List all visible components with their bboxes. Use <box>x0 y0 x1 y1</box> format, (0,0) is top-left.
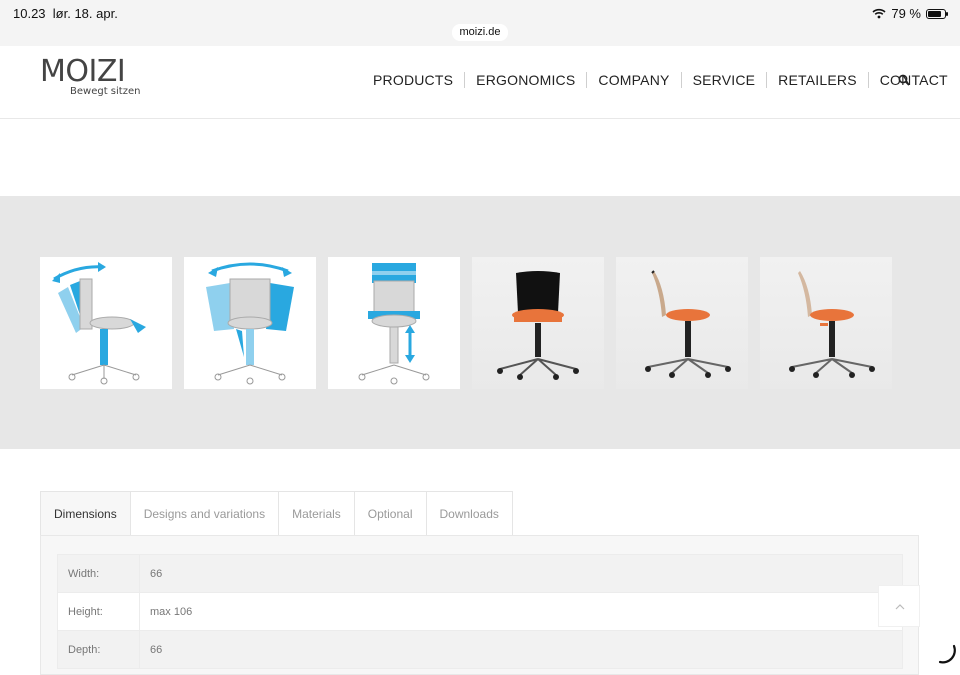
nav-item-ergonomics[interactable]: ERGONOMICS <box>465 72 588 88</box>
tab-optional[interactable]: Optional <box>354 491 427 536</box>
chair-side-alt-image <box>789 271 875 378</box>
url-bar[interactable]: moizi.de <box>452 24 508 41</box>
status-time: 10.23 lør. 18. apr. <box>13 6 118 21</box>
dimension-value: max 106 <box>139 592 903 631</box>
dimension-value: 66 <box>139 630 903 669</box>
dimension-label: Height: <box>57 592 140 631</box>
logo-wordmark: MOIZI <box>40 54 126 89</box>
table-row: Height: max 106 <box>57 592 903 631</box>
dimensions-table: Width: 66 Height: max 106 Depth: 66 <box>57 554 903 669</box>
ergonomic-recline-thumbnail[interactable] <box>40 257 172 389</box>
tab-dimensions[interactable]: Dimensions <box>40 491 131 536</box>
wifi-icon <box>872 8 886 19</box>
chair-photo-front[interactable] <box>472 257 604 389</box>
dimension-label: Width: <box>57 554 140 593</box>
dimension-label: Depth: <box>57 630 140 669</box>
tab-downloads[interactable]: Downloads <box>426 491 513 536</box>
table-row: Depth: 66 <box>57 630 903 669</box>
main-nav: PRODUCTS ERGONOMICS COMPANY SERVICE RETA… <box>362 72 959 88</box>
product-tabs: Dimensions Designs and variations Materi… <box>40 491 513 536</box>
ergonomic-height-thumbnail[interactable] <box>328 257 460 389</box>
battery-percent: 79 % <box>891 6 921 21</box>
logo-tagline: Bewegt sitzen <box>70 86 141 97</box>
site-header: MOIZI Bewegt sitzen PRODUCTS ERGONOMICS … <box>0 46 960 119</box>
status-indicators: 79 % <box>872 6 948 21</box>
chair-tilt-illustration <box>206 262 294 385</box>
tab-designs-and-variations[interactable]: Designs and variations <box>130 491 280 536</box>
nav-item-contact[interactable]: CONTACT <box>869 72 959 88</box>
chair-height-illustration <box>358 263 430 385</box>
ergonomic-tilt-thumbnail[interactable] <box>184 257 316 389</box>
chair-photo-side[interactable] <box>616 257 748 389</box>
tab-materials[interactable]: Materials <box>279 491 355 536</box>
status-bar: 10.23 lør. 18. apr. 79 % moizi.de <box>0 0 960 46</box>
search-icon[interactable] <box>898 74 910 86</box>
dimensions-panel: Width: 66 Height: max 106 Depth: 66 <box>40 535 919 675</box>
nav-item-company[interactable]: COMPANY <box>587 72 682 88</box>
loading-spinner-icon <box>938 644 956 664</box>
nav-item-products[interactable]: PRODUCTS <box>362 72 466 88</box>
nav-item-service[interactable]: SERVICE <box>682 72 768 88</box>
chevron-up-icon <box>895 604 905 610</box>
chair-recline-illustration <box>52 262 146 385</box>
chair-photo-side-alt[interactable] <box>760 257 892 389</box>
product-gallery <box>0 196 960 449</box>
table-row: Width: 66 <box>57 554 903 593</box>
battery-icon <box>926 8 948 19</box>
chair-side-image <box>645 270 731 378</box>
chair-front-image <box>497 271 579 380</box>
dimension-value: 66 <box>139 554 903 593</box>
site-logo[interactable]: MOIZI Bewegt sitzen <box>40 54 141 98</box>
scroll-to-top-button[interactable] <box>878 585 920 627</box>
nav-item-retailers[interactable]: RETAILERS <box>767 72 869 88</box>
